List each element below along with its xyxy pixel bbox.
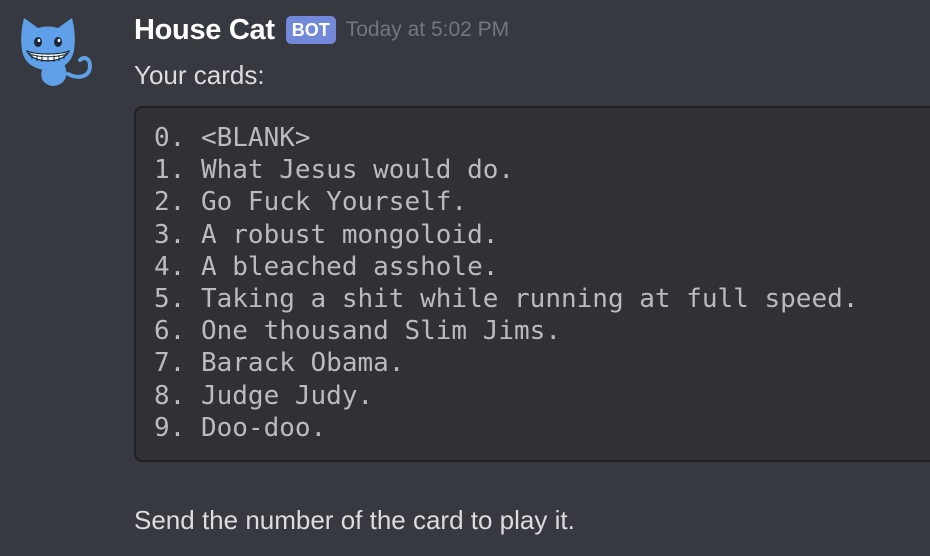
card-line: 4. A bleached asshole. <box>154 251 499 282</box>
message-header: House Cat BOT Today at 5:02 PM <box>134 12 509 48</box>
bot-badge: BOT <box>285 16 336 44</box>
card-line: 9. Doo-doo. <box>154 412 327 443</box>
card-line: 8. Judge Judy. <box>154 380 374 411</box>
card-line: 0. <BLANK> <box>154 123 311 153</box>
card-line: 3. A robust mongoloid. <box>154 219 499 250</box>
card-line: 1. What Jesus would do. <box>154 155 515 186</box>
card-line: 2. Go Fuck Yourself. <box>154 187 468 218</box>
card-line: 7. Barack Obama. <box>154 348 405 379</box>
message-timestamp[interactable]: Today at 5:02 PM <box>346 18 509 42</box>
grinning-cat-icon[interactable] <box>16 14 96 94</box>
message-instruction-text: Send the number of the card to play it. <box>134 505 575 535</box>
chat-message: House Cat BOT Today at 5:02 PM Your card… <box>0 0 930 556</box>
card-line: 5. Taking a shit while running at full s… <box>154 284 859 315</box>
message-intro-text: Your cards: <box>134 60 265 90</box>
cards-code-block: 0. <BLANK> 1. What Jesus would do. 2. Go… <box>134 106 930 462</box>
card-line: 6. One thousand Slim Jims. <box>154 316 561 347</box>
author-username[interactable]: House Cat <box>134 14 275 47</box>
